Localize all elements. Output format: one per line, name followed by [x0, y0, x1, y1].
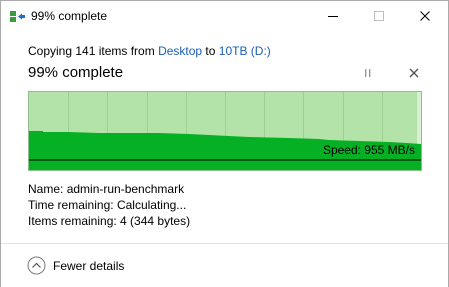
maximize-icon: [374, 11, 384, 21]
copy-summary: Copying 141 items from Desktop to 10TB (…: [28, 44, 271, 58]
minimize-button[interactable]: [310, 1, 356, 32]
copy-summary-to: to: [202, 44, 219, 58]
source-link[interactable]: Desktop: [158, 44, 202, 58]
pause-button[interactable]: [359, 64, 377, 82]
detail-items-value: 4 (344 bytes): [120, 214, 191, 228]
copy-files-icon: [10, 10, 26, 23]
copy-summary-prefix: Copying 141 items from: [28, 44, 159, 58]
close-icon: [420, 11, 430, 21]
detail-name-row: Name: admin-run-benchmark: [28, 181, 190, 197]
detail-time-row: Time remaining: Calculating...: [28, 197, 190, 213]
progress-percent: 99% complete: [28, 64, 124, 81]
copy-dialog-window: 99% complete Copying 141 items from Desk…: [0, 0, 449, 287]
speed-label: Speed: 955 MB/s: [322, 143, 415, 157]
maximize-button[interactable]: [356, 1, 402, 32]
chevron-up-circle-icon: [27, 256, 46, 275]
destination-link[interactable]: 10TB (D:): [219, 44, 271, 58]
detail-items-label: Items remaining:: [28, 214, 117, 228]
detail-name-value: admin-run-benchmark: [66, 182, 185, 196]
close-button[interactable]: [402, 1, 448, 32]
fewer-details-label: Fewer details: [53, 259, 125, 273]
window-title: 99% complete: [31, 9, 108, 23]
detail-time-label: Time remaining:: [28, 198, 114, 212]
detail-name-label: Name:: [28, 182, 64, 196]
pause-icon: [365, 69, 371, 77]
dialog-footer: Fewer details: [1, 243, 448, 287]
detail-time-value: Calculating...: [116, 198, 187, 212]
cancel-button[interactable]: [405, 64, 423, 82]
speed-graph-canvas: [29, 92, 421, 170]
details-panel: Name: admin-run-benchmark Time remaining…: [28, 181, 190, 229]
detail-items-row: Items remaining: 4 (344 bytes): [28, 213, 190, 229]
title-bar[interactable]: 99% complete: [1, 1, 448, 32]
transfer-speed-graph: Speed: 955 MB/s: [28, 91, 422, 171]
fewer-details-button[interactable]: Fewer details: [27, 256, 137, 276]
cancel-icon: [409, 68, 419, 78]
minimize-icon: [328, 16, 338, 17]
